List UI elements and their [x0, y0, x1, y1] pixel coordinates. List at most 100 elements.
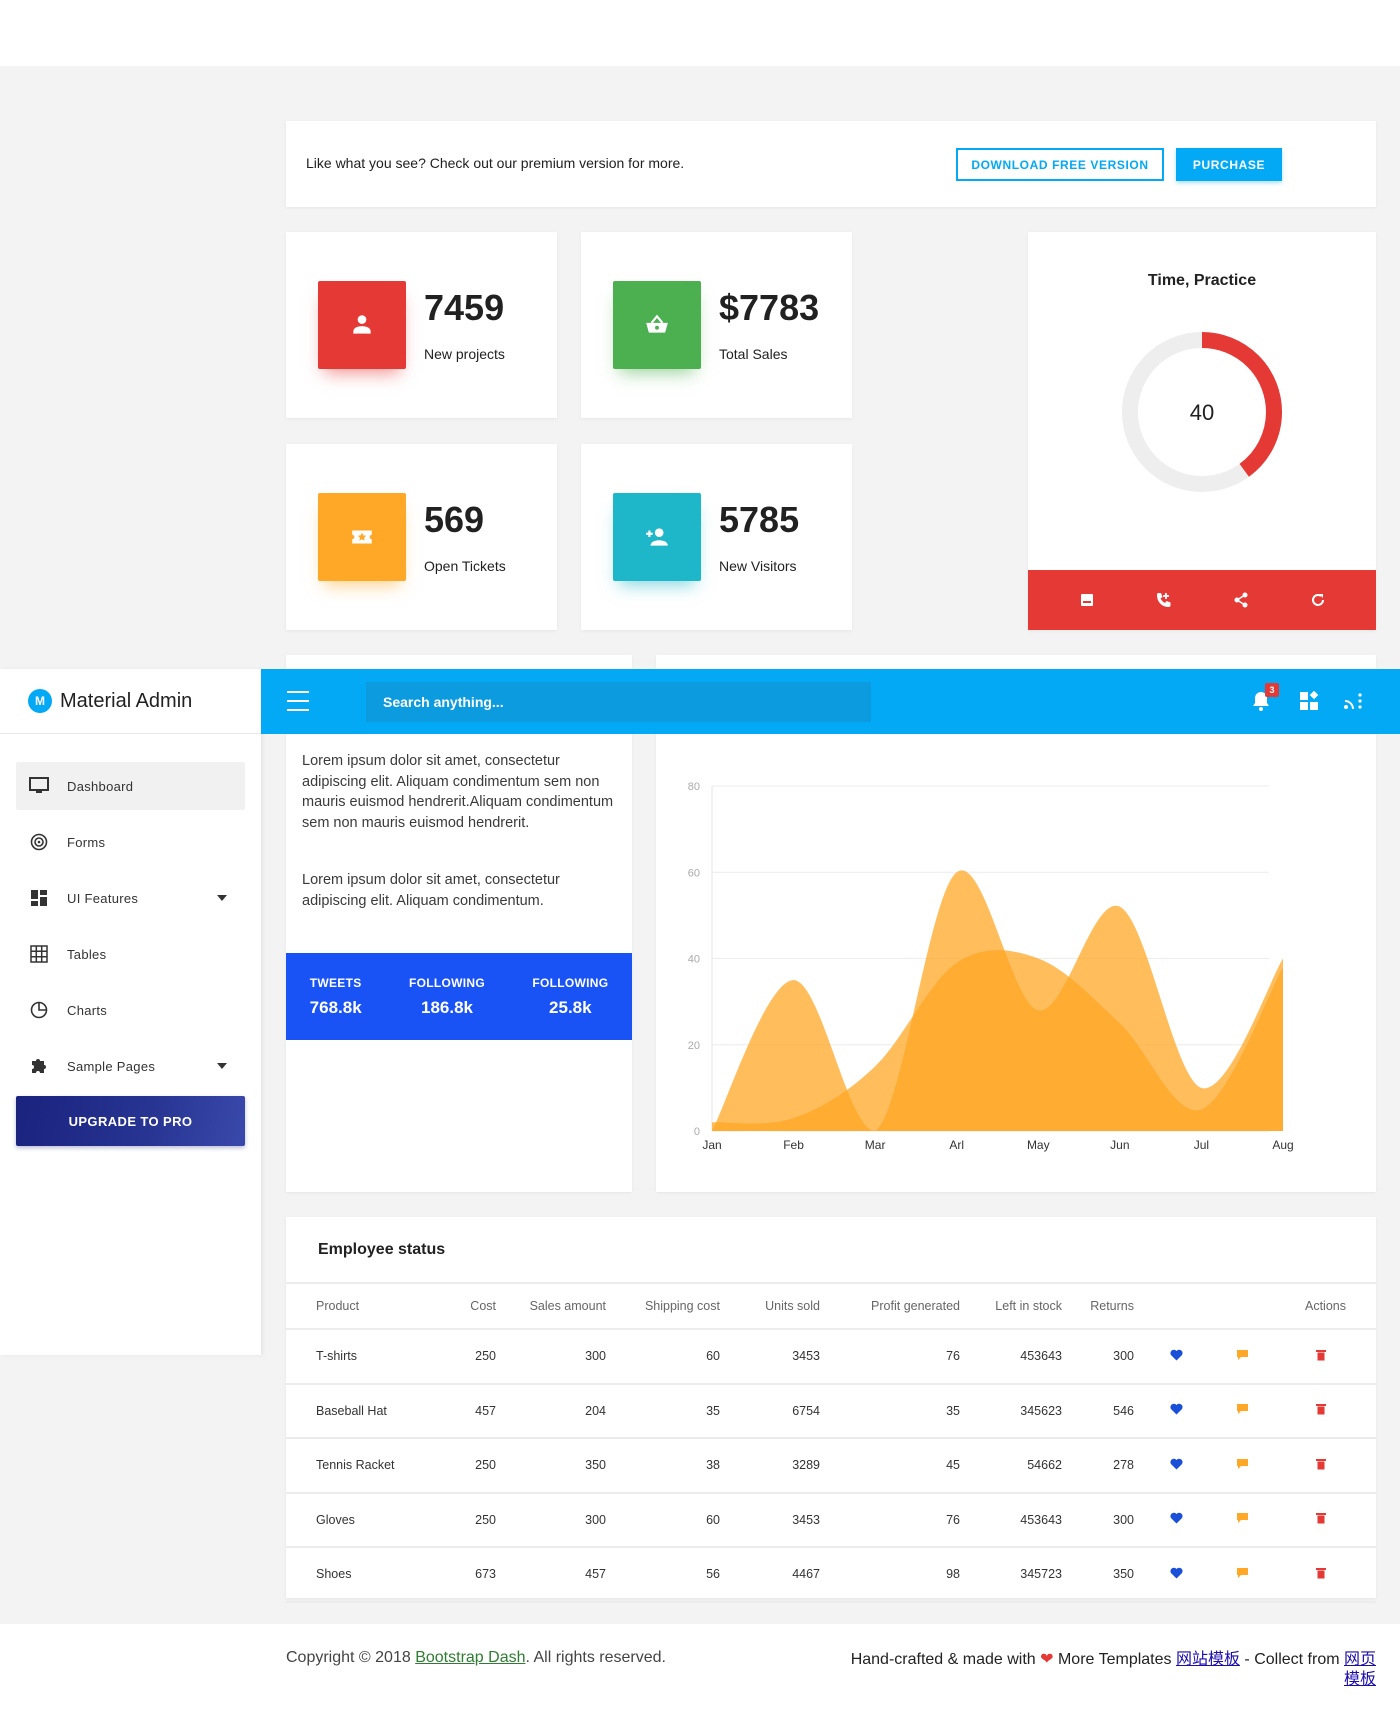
delete-icon[interactable]: [1316, 1512, 1326, 1524]
inbox-icon[interactable]: [1075, 588, 1099, 612]
upgrade-to-pro-button[interactable]: UPGRADE TO PRO: [16, 1096, 245, 1146]
dashboard-grid-icon: [28, 887, 50, 909]
heart-icon: ❤: [1040, 1651, 1054, 1668]
table-cell: Baseball Hat: [286, 1383, 416, 1439]
social-stat-value: 25.8k: [549, 997, 592, 1017]
stat-value: 569: [424, 499, 485, 540]
text-info-card: Lorem ipsum dolor sit amet, consectetur …: [286, 655, 632, 1192]
action-cell: [1218, 1383, 1266, 1439]
card-paragraph: Lorem ipsum dolor sit amet, consectetur …: [302, 753, 614, 831]
stat-icon-box: [318, 493, 406, 581]
table-cell: 300: [496, 1492, 606, 1548]
sidebar-item-dashboard[interactable]: Dashboard: [16, 762, 245, 810]
sidebar-item-label: Charts: [67, 1002, 108, 1018]
table-cell: 453643: [960, 1492, 1062, 1548]
brand-logo: M: [28, 689, 52, 713]
stat-label: Total Sales: [719, 346, 788, 362]
table-cell: 45: [820, 1438, 960, 1494]
action-cell: [1218, 1438, 1266, 1494]
x-tick-label: Jun: [1110, 1138, 1129, 1152]
donut-value: 40: [1190, 400, 1214, 425]
x-tick-label: Mar: [865, 1138, 886, 1152]
sidebar-item-ui-features[interactable]: UI Features: [16, 874, 245, 922]
action-cell: [1134, 1329, 1218, 1385]
heart-icon[interactable]: [1169, 1512, 1183, 1524]
heart-icon[interactable]: [1169, 1403, 1183, 1415]
area-chart: 0 20 40 60 80 Jan Feb Mar Arl May Jun Jul Aug: [688, 781, 1294, 1152]
template-link[interactable]: 网站模板: [1176, 1651, 1240, 1668]
column-header: Shipping cost: [606, 1282, 720, 1330]
share-icon[interactable]: [1229, 588, 1253, 612]
signal-menu-icon[interactable]: [1341, 689, 1365, 713]
stat-icon-box: [318, 281, 406, 369]
table-cell: 278: [1062, 1438, 1134, 1494]
bootstrap-dash-link[interactable]: Bootstrap Dash: [415, 1649, 525, 1666]
hamburger-menu-icon[interactable]: [287, 691, 309, 711]
y-tick-label: 40: [688, 954, 700, 966]
refresh-icon[interactable]: [1306, 588, 1330, 612]
column-header: Units sold: [720, 1282, 820, 1330]
sidebar-item-tables[interactable]: Tables: [16, 930, 245, 978]
table-header-row: Product Cost Sales amount Shipping cost …: [286, 1282, 1376, 1330]
purchase-button[interactable]: PURCHASE: [1176, 148, 1282, 181]
action-cell: [1218, 1547, 1266, 1603]
x-tick-label: Aug: [1272, 1138, 1293, 1152]
delete-icon[interactable]: [1316, 1403, 1326, 1415]
banner-text: Like what you see? Check out our premium…: [306, 155, 685, 171]
table-cell: 3453: [720, 1492, 820, 1548]
phone-icon[interactable]: [1152, 588, 1176, 612]
apps-grid-icon[interactable]: [1297, 689, 1321, 713]
top-strip: [0, 0, 1400, 66]
template-link[interactable]: 网页模板: [1344, 1651, 1376, 1688]
basket-icon: [646, 314, 668, 333]
sidebar-item-label: Sample Pages: [67, 1058, 156, 1074]
sidebar-item-label: Tables: [67, 946, 107, 962]
sidebar-item-forms[interactable]: Forms: [16, 818, 245, 866]
heart-icon[interactable]: [1169, 1458, 1183, 1470]
table-cell: 76: [820, 1492, 960, 1548]
table-row: Tennis Racket 250 350 38 3289 45 54662 278: [286, 1438, 1376, 1494]
sidebar-item-charts[interactable]: Charts: [16, 986, 245, 1034]
table-cell: 3453: [720, 1329, 820, 1385]
sidebar-item-sample-pages[interactable]: Sample Pages: [16, 1042, 245, 1090]
comment-icon[interactable]: [1236, 1458, 1249, 1470]
sidebar-item-label: UI Features: [67, 890, 139, 906]
comment-icon[interactable]: [1236, 1349, 1249, 1361]
sidebar-nav: Dashboard Forms UI Features Tables Chart…: [16, 762, 245, 1098]
comment-icon[interactable]: [1236, 1567, 1249, 1579]
card-paragraph: Lorem ipsum dolor sit amet, consectetur …: [302, 872, 560, 909]
brand[interactable]: M Material Admin: [0, 669, 261, 734]
comment-icon[interactable]: [1236, 1403, 1249, 1415]
download-free-button[interactable]: DOWNLOAD FREE VERSION: [956, 148, 1164, 181]
table-cell: Gloves: [286, 1492, 416, 1548]
comment-icon[interactable]: [1236, 1512, 1249, 1524]
table-cell: 38: [606, 1438, 720, 1494]
table-cell: T-shirts: [286, 1329, 416, 1385]
sidebar-item-label: Dashboard: [67, 778, 134, 794]
action-cell: [1266, 1438, 1376, 1494]
ticket-icon: [352, 530, 372, 544]
employee-table: Product Cost Sales amount Shipping cost …: [286, 1282, 1376, 1603]
table-cell: 60: [606, 1329, 720, 1385]
table-cell: 250: [416, 1329, 496, 1385]
stat-label: Open Tickets: [424, 558, 506, 574]
heart-icon[interactable]: [1169, 1349, 1183, 1361]
social-stat-value: 768.8k: [309, 997, 362, 1017]
table-cell: 35: [606, 1383, 720, 1439]
delete-icon[interactable]: [1316, 1349, 1326, 1361]
heart-icon[interactable]: [1169, 1567, 1183, 1579]
table-cell: 60: [606, 1492, 720, 1548]
y-tick-label: 60: [688, 867, 700, 879]
donut-title: Time, Practice: [1147, 272, 1257, 289]
action-cell: [1218, 1492, 1266, 1548]
table-cell: 6754: [720, 1383, 820, 1439]
delete-icon[interactable]: [1316, 1567, 1326, 1579]
notification-bell-icon[interactable]: 3: [1249, 683, 1279, 713]
delete-icon[interactable]: [1316, 1458, 1326, 1470]
search-input[interactable]: [383, 694, 871, 710]
action-cell: [1266, 1547, 1376, 1603]
collect-text: - Collect from: [1239, 1651, 1344, 1668]
footer-credits: Hand-crafted & made with ❤ More Template…: [836, 1650, 1376, 1690]
table-cell: 300: [1062, 1329, 1134, 1385]
add-user-icon: [646, 528, 668, 546]
